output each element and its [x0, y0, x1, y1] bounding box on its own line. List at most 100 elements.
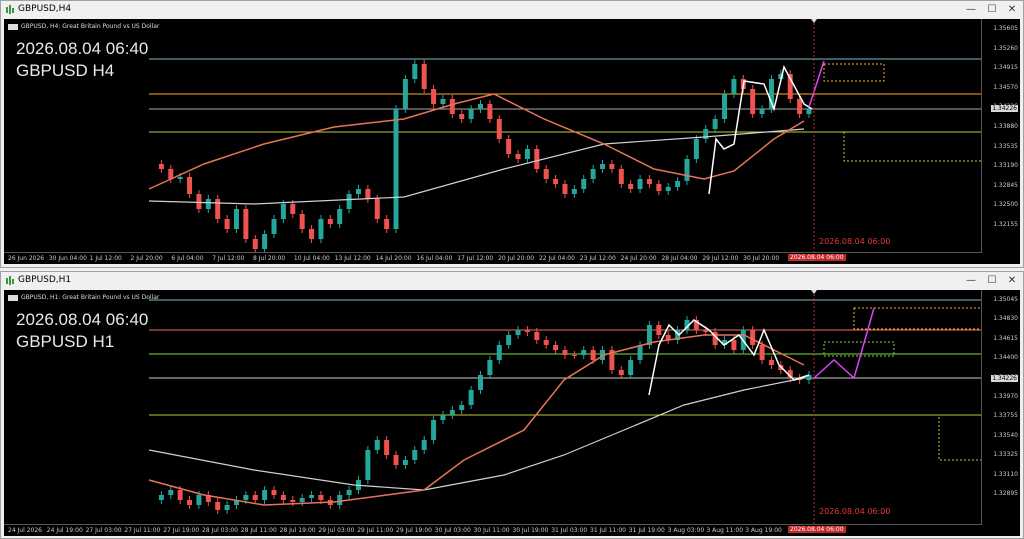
bear-candle — [158, 164, 164, 169]
current-time-label: 2026.08.04 06:00 — [788, 254, 846, 261]
symbol-flag-icon — [8, 23, 18, 30]
bear-candle — [506, 139, 512, 154]
price-tick-label: 1.33540 — [993, 431, 1018, 439]
bear-candle — [252, 239, 258, 249]
bull-candle — [346, 194, 352, 209]
bear-candle — [421, 64, 427, 89]
projection-line — [813, 307, 875, 380]
bull-candle — [600, 164, 606, 169]
bull-candle — [337, 209, 343, 224]
bull-candle — [684, 159, 690, 181]
bull-candle — [590, 169, 596, 179]
time-tick-label: 22 Jul 04:00 — [538, 255, 575, 262]
maximize-icon[interactable]: ☐ — [985, 3, 999, 17]
bear-candle — [177, 490, 183, 500]
bear-candle — [215, 199, 221, 219]
bear-candle — [374, 199, 380, 219]
time-tick-label: 28 Jul 19:00 — [279, 527, 316, 534]
price-chart-h1[interactable]: GBPUSD, H1: Great Britain Pound vs US Do… — [4, 290, 1020, 536]
bull-candle — [318, 219, 324, 239]
bear-candle — [618, 370, 624, 375]
bull-candle — [262, 234, 268, 249]
bull-candle — [468, 390, 474, 405]
bear-candle — [215, 502, 221, 510]
vline-marker-icon — [811, 19, 817, 23]
window-titlebar[interactable]: GBPUSD,H4 — ☐ ✕ — [1, 1, 1023, 19]
bull-candle — [196, 495, 202, 505]
chart-window-h1[interactable]: GBPUSD,H1 — ☐ ✕ GBPUSD, H1: Great Britai… — [0, 271, 1024, 539]
time-tick-label: 30 Jul 20:00 — [743, 255, 780, 262]
price-chart-h4[interactable]: GBPUSD, H4: Great Britain Pound vs US Do… — [4, 19, 1020, 264]
bear-candle — [196, 194, 202, 209]
maximize-icon[interactable]: ☐ — [985, 274, 999, 288]
bull-candle — [412, 450, 418, 460]
bear-candle — [618, 169, 624, 184]
bear-candle — [299, 214, 305, 229]
bull-candle — [262, 490, 268, 500]
chart-plot-area[interactable] — [4, 290, 1020, 536]
current-price-label: 1.34226 — [991, 375, 1018, 382]
time-scale[interactable]: 26 Jun 2026 30 Jun 04:00 1 Jul 12:00 2 Jul … — [4, 252, 982, 264]
price-scale[interactable]: 1.350451.348301.346151.344001.341851.339… — [981, 290, 1020, 536]
bear-candle — [365, 189, 371, 199]
bull-candle — [431, 420, 437, 440]
bear-candle — [459, 114, 465, 119]
bear-candle — [797, 99, 803, 114]
bear-candle — [562, 184, 568, 194]
price-tick-label: 1.35045 — [993, 296, 1018, 303]
time-tick-label: 28 Jul 11:00 — [240, 527, 277, 534]
minimize-icon[interactable]: — — [964, 3, 978, 17]
chart-window-h4[interactable]: GBPUSD,H4 — ☐ ✕ GBPUSD, H4: Great Britai… — [0, 0, 1024, 268]
bull-candle — [637, 179, 643, 189]
price-tick-label: 1.33110 — [993, 470, 1018, 478]
bull-candle — [365, 450, 371, 480]
bull-candle — [478, 104, 483, 109]
close-icon[interactable]: ✕ — [1005, 274, 1019, 288]
bear-candle — [562, 350, 568, 355]
bull-candle — [515, 330, 521, 335]
bear-candle — [290, 500, 296, 502]
price-tick-label: 1.32845 — [993, 181, 1018, 189]
bear-candle — [646, 179, 652, 184]
time-tick-label: 20 Jul 20:00 — [498, 255, 535, 262]
bull-candle — [628, 360, 634, 375]
window-title: GBPUSD,H4 — [18, 4, 72, 14]
bear-candle — [703, 330, 709, 332]
bull-candle — [337, 495, 343, 505]
bull-candle — [571, 189, 577, 194]
bull-candle — [506, 335, 512, 345]
bull-candle — [440, 415, 446, 420]
price-tick-label: 1.32895 — [993, 490, 1018, 497]
bear-candle — [431, 89, 437, 104]
bear-candle — [187, 500, 193, 505]
close-icon[interactable]: ✕ — [1005, 3, 1019, 17]
price-tick-label: 1.33190 — [993, 162, 1018, 170]
bull-candle — [402, 79, 408, 109]
time-tick-label: 14 Jul 20:00 — [375, 255, 412, 262]
minimize-icon[interactable]: — — [964, 274, 978, 288]
moving-average-fast — [148, 334, 805, 506]
bull-candle — [393, 109, 399, 229]
bear-candle — [609, 164, 615, 169]
bull-candle — [412, 64, 418, 79]
bull-candle — [459, 405, 465, 410]
bull-candle — [355, 189, 361, 194]
bear-candle — [534, 149, 540, 169]
chart-plot-area[interactable] — [4, 19, 1020, 264]
bull-candle — [722, 94, 728, 119]
bull-candle — [280, 204, 286, 219]
time-tick-label: 6 Jul 04:00 — [171, 255, 204, 262]
bear-candle — [534, 332, 540, 340]
bear-candle — [571, 355, 577, 356]
bull-candle — [158, 495, 164, 500]
bear-candle — [449, 99, 455, 114]
time-tick-label: 8 Jul 20:00 — [253, 255, 286, 262]
bear-candle — [750, 89, 756, 114]
bear-candle — [309, 229, 315, 239]
zigzag-line — [708, 64, 813, 195]
window-titlebar[interactable]: GBPUSD,H1 — ☐ ✕ — [1, 272, 1023, 290]
bull-candle — [233, 209, 239, 229]
price-scale[interactable]: 1.35605 1.35260 1.34915 1.34570 1.34226 1.338… — [981, 19, 1020, 264]
price-tick-label: 1.33755 — [993, 412, 1018, 420]
time-scale[interactable]: 24 Jul 2026 24 Jul 19:00 27 Jul 03:00 27 Ju… — [4, 524, 982, 536]
